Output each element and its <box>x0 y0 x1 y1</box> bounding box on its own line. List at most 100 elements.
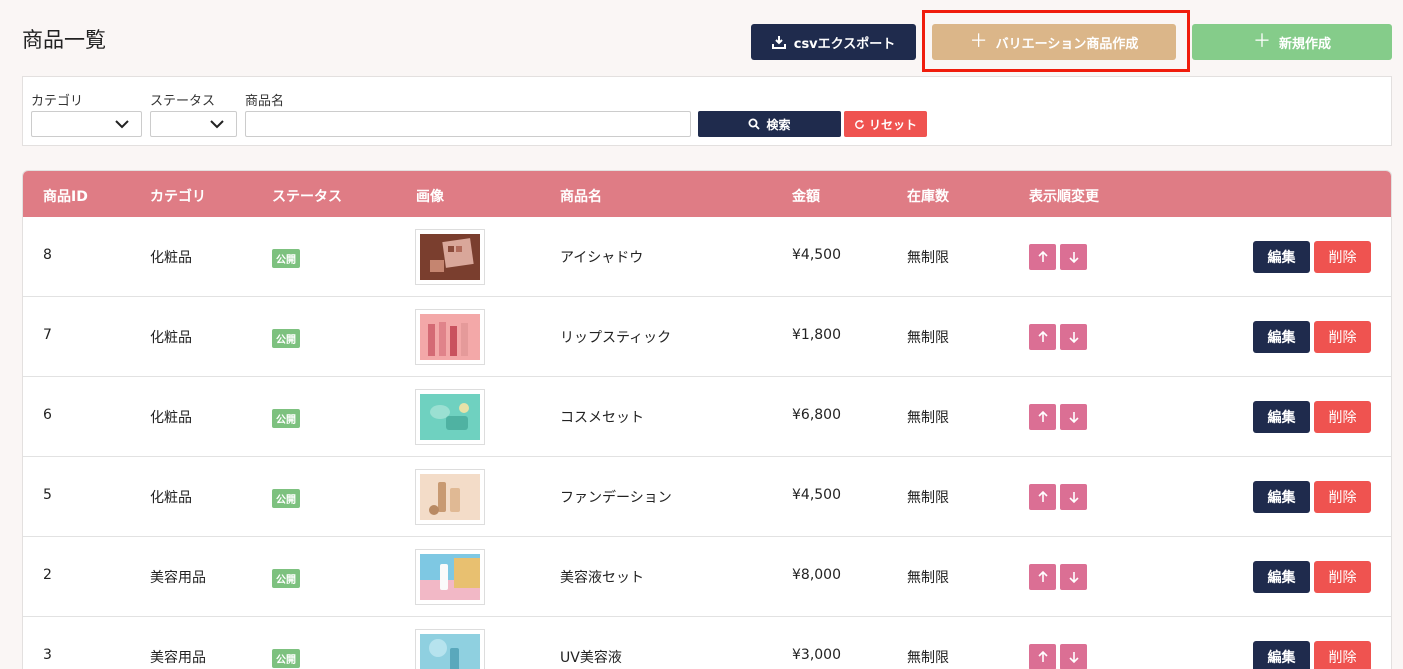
status-badge: 公開 <box>272 329 300 348</box>
table-header: 商品ID カテゴリ ステータス 画像 商品名 金額 在庫数 表示順変更 <box>23 171 1391 217</box>
product-thumbnail <box>415 549 485 605</box>
arrow-up-icon <box>1037 331 1048 342</box>
product-category: 化粧品 <box>150 410 192 426</box>
move-down-button[interactable] <box>1060 324 1087 350</box>
chevron-down-icon <box>210 120 224 129</box>
arrow-down-icon <box>1068 652 1079 663</box>
edit-button[interactable]: 編集 <box>1253 481 1310 513</box>
header-category: カテゴリ <box>150 189 206 205</box>
product-price: ¥4,500 <box>792 247 841 263</box>
move-down-button[interactable] <box>1060 644 1087 669</box>
header-status: ステータス <box>272 189 342 205</box>
product-thumbnail <box>415 629 485 669</box>
product-price: ¥1,800 <box>792 327 841 343</box>
arrow-up-icon <box>1037 251 1048 262</box>
product-category: 化粧品 <box>150 330 192 346</box>
category-filter-label: カテゴリ <box>31 94 84 109</box>
edit-button[interactable]: 編集 <box>1253 641 1310 669</box>
product-id: 6 <box>43 407 52 423</box>
arrow-up-icon <box>1037 571 1048 582</box>
move-down-button[interactable] <box>1060 404 1087 430</box>
create-variation-label: バリエーション商品作成 <box>995 36 1139 52</box>
header-image: 画像 <box>416 189 444 205</box>
arrow-up-icon <box>1037 411 1048 422</box>
plus-icon: ＋ <box>969 31 988 52</box>
product-id: 2 <box>43 567 52 583</box>
refresh-icon <box>855 119 864 129</box>
status-badge: 公開 <box>272 249 300 268</box>
move-up-button[interactable] <box>1029 324 1056 350</box>
arrow-down-icon <box>1068 492 1079 503</box>
edit-button[interactable]: 編集 <box>1253 561 1310 593</box>
status-filter-label: ステータス <box>150 94 216 109</box>
product-name: ファンデーション <box>560 490 672 506</box>
reset-button[interactable]: リセット <box>844 111 927 137</box>
edit-button[interactable]: 編集 <box>1253 321 1310 353</box>
edit-button[interactable]: 編集 <box>1253 241 1310 273</box>
new-product-button[interactable]: ＋ 新規作成 <box>1192 24 1392 60</box>
delete-button[interactable]: 削除 <box>1314 561 1371 593</box>
product-id: 7 <box>43 327 52 343</box>
product-stock: 無制限 <box>907 650 949 666</box>
header-display-order: 表示順変更 <box>1029 189 1099 205</box>
create-variation-product-button[interactable]: ＋ バリエーション商品作成 <box>932 24 1176 60</box>
status-badge: 公開 <box>272 489 300 508</box>
delete-button[interactable]: 削除 <box>1314 641 1371 669</box>
product-stock: 無制限 <box>907 570 949 586</box>
product-category: 美容用品 <box>150 650 206 666</box>
product-category: 化粧品 <box>150 490 192 506</box>
delete-button[interactable]: 削除 <box>1314 401 1371 433</box>
product-stock: 無制限 <box>907 250 949 266</box>
arrow-up-icon <box>1037 491 1048 502</box>
move-up-button[interactable] <box>1029 244 1056 270</box>
delete-button[interactable]: 削除 <box>1314 481 1371 513</box>
csv-export-button[interactable]: csvエクスポート <box>751 24 916 60</box>
new-product-label: 新規作成 <box>1278 36 1331 52</box>
page-title: 商品一覧 <box>22 28 106 52</box>
status-badge: 公開 <box>272 569 300 588</box>
product-table: 商品ID カテゴリ ステータス 画像 商品名 金額 在庫数 表示順変更 8 化粧… <box>22 170 1392 669</box>
move-down-button[interactable] <box>1060 484 1087 510</box>
delete-button[interactable]: 削除 <box>1314 241 1371 273</box>
search-button[interactable]: 検索 <box>698 111 841 137</box>
product-price: ¥6,800 <box>792 407 841 423</box>
status-select[interactable] <box>150 111 237 137</box>
product-name-input[interactable] <box>245 111 691 137</box>
header-product-name: 商品名 <box>560 189 602 205</box>
filter-panel: カテゴリ ステータス 商品名 検索 リセット <box>22 76 1392 146</box>
move-up-button[interactable] <box>1029 484 1056 510</box>
product-thumbnail <box>415 309 485 365</box>
status-badge: 公開 <box>272 649 300 668</box>
table-row: 7 化粧品 公開 リップスティック ¥1,800 無制限 編集 削除 <box>23 297 1391 377</box>
arrow-down-icon <box>1068 332 1079 343</box>
product-stock: 無制限 <box>907 490 949 506</box>
move-down-button[interactable] <box>1060 564 1087 590</box>
product-name: リップスティック <box>560 330 672 346</box>
product-price: ¥3,000 <box>792 647 841 663</box>
move-up-button[interactable] <box>1029 644 1056 669</box>
search-icon <box>748 118 761 130</box>
category-select[interactable] <box>31 111 142 137</box>
edit-button[interactable]: 編集 <box>1253 401 1310 433</box>
move-down-button[interactable] <box>1060 244 1087 270</box>
header-price: 金額 <box>792 189 820 205</box>
product-stock: 無制限 <box>907 410 949 426</box>
product-thumbnail <box>415 389 485 445</box>
table-row: 6 化粧品 公開 コスメセット ¥6,800 無制限 編集 削除 <box>23 377 1391 457</box>
table-row: 5 化粧品 公開 ファンデーション ¥4,500 無制限 編集 削除 <box>23 457 1391 537</box>
table-row: 3 美容用品 公開 UV美容液 ¥3,000 無制限 編集 削除 <box>23 617 1391 669</box>
product-stock: 無制限 <box>907 330 949 346</box>
status-badge: 公開 <box>272 409 300 428</box>
product-category: 化粧品 <box>150 250 192 266</box>
csv-export-label: csvエクスポート <box>793 36 896 52</box>
product-category: 美容用品 <box>150 570 206 586</box>
product-thumbnail <box>415 229 485 285</box>
product-price: ¥4,500 <box>792 487 841 503</box>
move-up-button[interactable] <box>1029 564 1056 590</box>
header-product-id: 商品ID <box>43 189 88 205</box>
move-up-button[interactable] <box>1029 404 1056 430</box>
table-row: 2 美容用品 公開 美容液セット ¥8,000 無制限 編集 削除 <box>23 537 1391 617</box>
download-icon <box>771 36 786 49</box>
plus-icon: ＋ <box>1252 31 1271 52</box>
delete-button[interactable]: 削除 <box>1314 321 1371 353</box>
